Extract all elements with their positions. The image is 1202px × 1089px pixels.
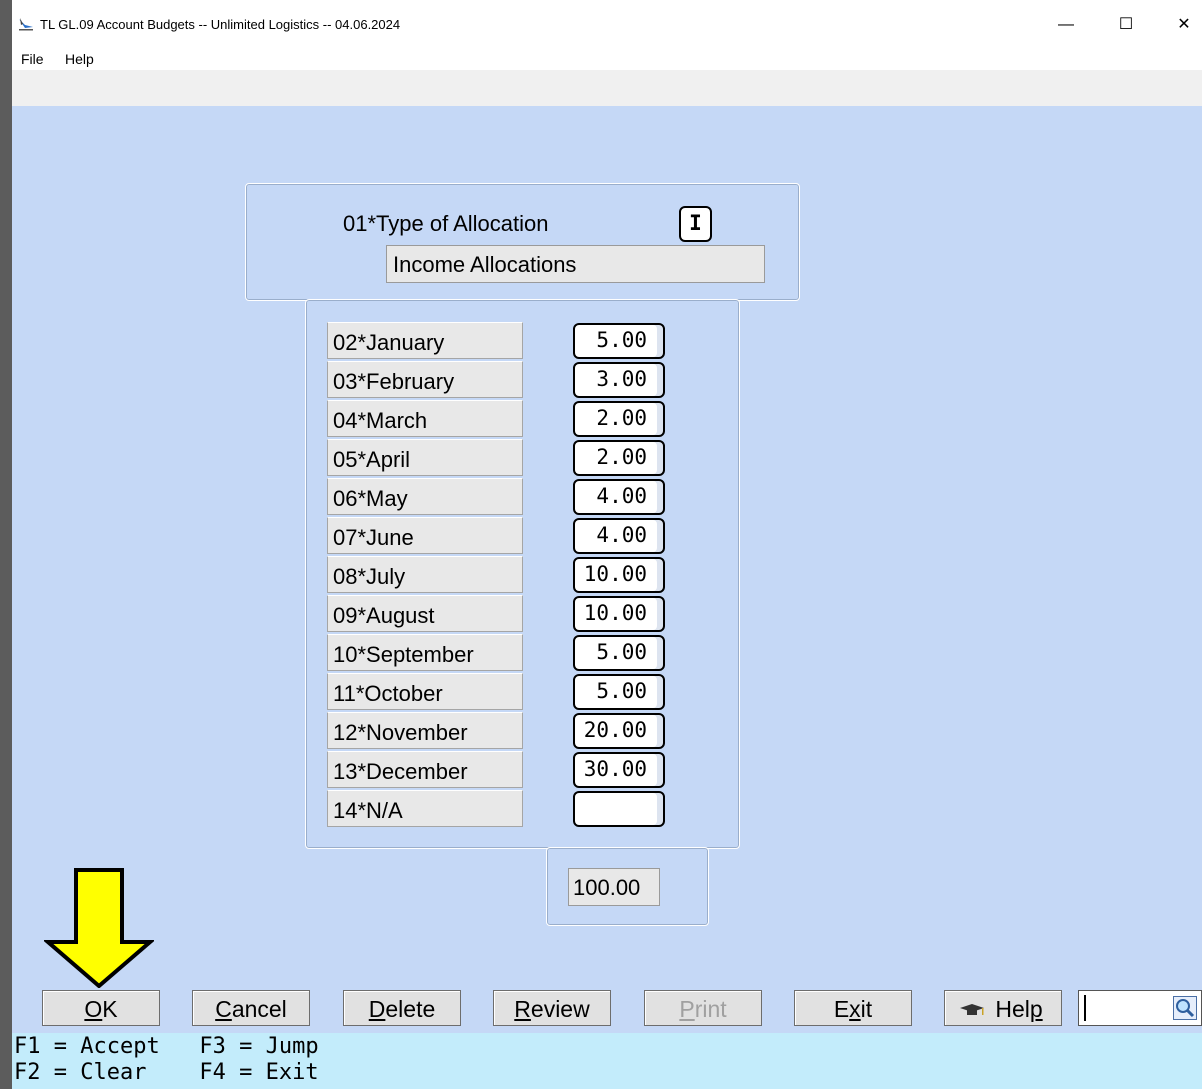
window-title: TL GL.09 Account Budgets -- Unlimited Lo… <box>40 17 401 32</box>
menu-help[interactable]: Help <box>65 51 94 67</box>
month-label: 02*January <box>327 322 523 359</box>
print-label: rint <box>694 996 727 1022</box>
allocation-type-field[interactable]: I <box>679 206 712 242</box>
allocation-description: Income Allocations <box>386 245 765 283</box>
ok-button[interactable]: OK <box>42 990 160 1026</box>
month-value-field[interactable]: 4.00 <box>573 479 665 515</box>
exit-button[interactable]: Exit <box>794 990 912 1026</box>
exit-hotkey: x <box>849 996 861 1022</box>
search-input[interactable] <box>1078 990 1202 1026</box>
month-label: 12*November <box>327 712 523 749</box>
month-value-field[interactable]: 2.00 <box>573 440 665 476</box>
month-value-field[interactable]: 5.00 <box>573 323 665 359</box>
total-value: 100.00 <box>568 868 660 906</box>
menu-file[interactable]: File <box>21 51 44 67</box>
toolbar-strip <box>12 70 1202 106</box>
cancel-button[interactable]: Cancel <box>192 990 310 1026</box>
exit-label-pre: E <box>833 996 850 1022</box>
cancel-label: ancel <box>231 996 287 1022</box>
month-label: 10*September <box>327 634 523 671</box>
month-value-field[interactable]: 5.00 <box>573 674 665 710</box>
ok-label: K <box>102 996 118 1022</box>
month-label: 05*April <box>327 439 523 476</box>
print-button[interactable]: Print <box>644 990 762 1026</box>
delete-hotkey: D <box>368 996 386 1022</box>
mortarboard-icon <box>960 1004 984 1015</box>
month-label: 03*February <box>327 361 523 398</box>
help-button[interactable]: Help <box>944 990 1062 1026</box>
menu-bar: File Help <box>12 48 1202 70</box>
month-value-field[interactable] <box>573 791 665 827</box>
function-key-bar: F1 = Accept F3 = Jump F2 = Clear F4 = Ex… <box>12 1033 1202 1089</box>
month-label: 04*March <box>327 400 523 437</box>
review-label: eview <box>530 996 590 1022</box>
cancel-hotkey: C <box>215 996 232 1022</box>
month-value-field[interactable]: 2.00 <box>573 401 665 437</box>
month-label: 07*June <box>327 517 523 554</box>
month-value-field[interactable]: 10.00 <box>573 557 665 593</box>
text-cursor <box>1084 995 1086 1021</box>
month-value-field[interactable]: 3.00 <box>573 362 665 398</box>
status-line-2: F2 = Clear F4 = Exit <box>14 1060 319 1085</box>
month-value-field[interactable]: 10.00 <box>573 596 665 632</box>
month-label: 13*December <box>327 751 523 788</box>
app-window: TL GL.09 Account Budgets -- Unlimited Lo… <box>12 0 1202 1089</box>
minimize-button[interactable]: — <box>1046 8 1086 42</box>
title-bar: TL GL.09 Account Budgets -- Unlimited Lo… <box>12 0 1202 48</box>
month-label: 09*August <box>327 595 523 632</box>
month-value-field[interactable]: 30.00 <box>573 752 665 788</box>
month-label: 06*May <box>327 478 523 515</box>
month-label: 11*October <box>327 673 523 710</box>
month-value-field[interactable]: 20.00 <box>573 713 665 749</box>
close-button[interactable]: ✕ <box>1166 8 1202 42</box>
maximize-button[interactable]: ☐ <box>1106 8 1146 42</box>
arrow-down-icon <box>44 868 154 988</box>
help-label-pre: Hel <box>995 996 1030 1022</box>
status-line-1: F1 = Accept F3 = Jump <box>14 1034 319 1059</box>
review-button[interactable]: Review <box>493 990 611 1026</box>
month-label: 14*N/A <box>327 790 523 827</box>
ok-hotkey: O <box>84 996 103 1022</box>
month-label: 08*July <box>327 556 523 593</box>
magnifier-icon[interactable] <box>1173 996 1197 1020</box>
print-hotkey: P <box>679 996 695 1022</box>
delete-button[interactable]: Delete <box>343 990 461 1026</box>
exit-label: it <box>860 996 873 1022</box>
help-hotkey: p <box>1029 996 1043 1022</box>
allocation-type-label: 01*Type of Allocation <box>343 211 549 236</box>
month-value-field[interactable]: 5.00 <box>573 635 665 671</box>
delete-label: elete <box>385 996 436 1022</box>
review-hotkey: R <box>514 996 531 1022</box>
desktop-edge <box>0 0 12 1089</box>
bird-logo-icon <box>19 18 33 31</box>
month-value-field[interactable]: 4.00 <box>573 518 665 554</box>
